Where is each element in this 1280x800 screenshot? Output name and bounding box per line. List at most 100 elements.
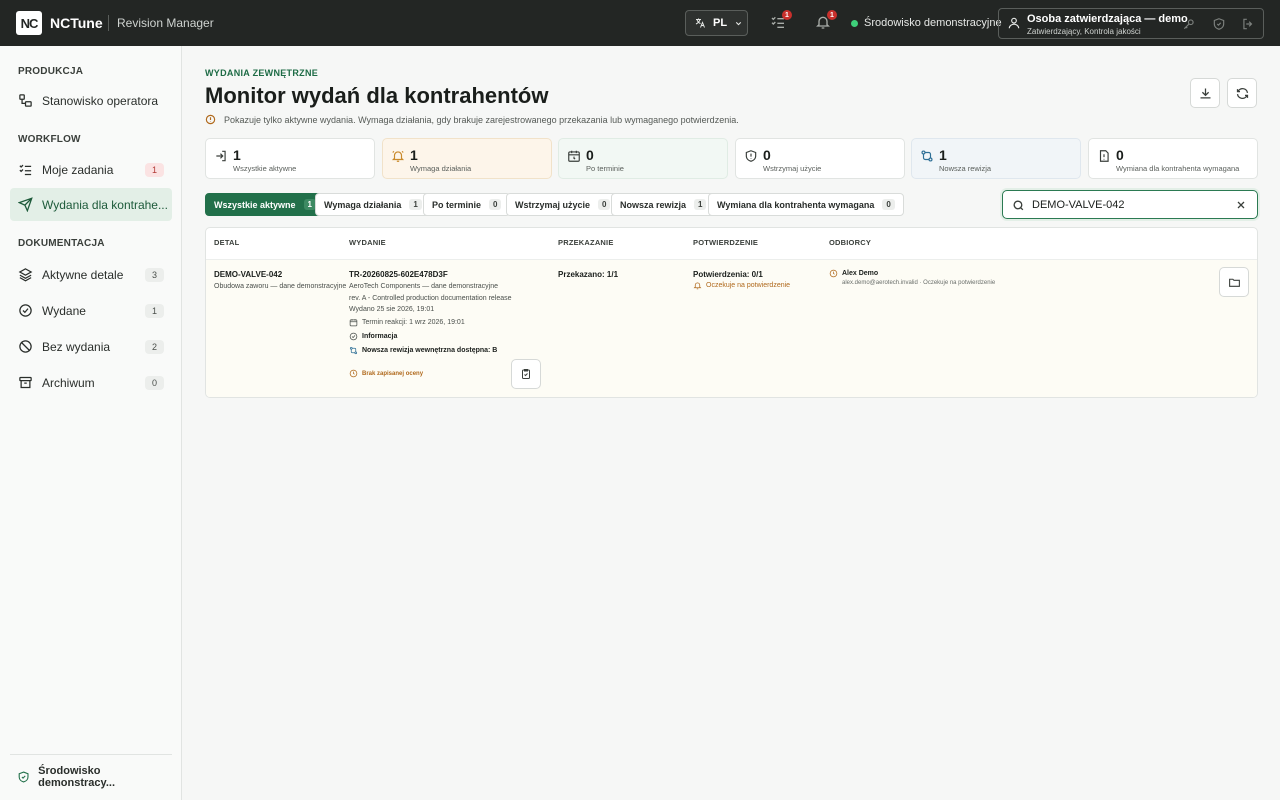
download-icon: [1200, 88, 1210, 98]
refresh-button[interactable]: [1227, 78, 1257, 108]
clear-icon[interactable]: [1235, 199, 1247, 211]
sidebar-item-label: Bez wydania: [42, 339, 111, 354]
part-number[interactable]: DEMO-VALVE-042: [214, 270, 282, 279]
filter-count: 1: [694, 199, 707, 210]
filter-action-required[interactable]: Wymaga działania 1: [315, 193, 431, 216]
recipient-email: alex.demo@aerotech.invalid: [842, 280, 918, 286]
sidebar-item-count: 1: [145, 303, 164, 318]
confirmation-status: Potwierdzenia: 0/1: [693, 270, 763, 279]
send-icon: [18, 197, 33, 212]
archive-icon: [19, 376, 32, 389]
filter-label: Wymiana dla kontrahenta wymagana: [717, 199, 875, 210]
stat-label: Wszystkie aktywne: [233, 164, 297, 173]
part-description: Obudowa zaworu — dane demonstracyjne: [214, 283, 347, 290]
stat-suspend-use[interactable]: 0 Wstrzymaj użycie: [735, 138, 905, 179]
releases-table: DETAL WYDANIE PRZEKAZANIE POTWIERDZENIE …: [205, 227, 1258, 398]
sidebar-item-label: Archiwum: [42, 375, 95, 390]
filter-suspend-use[interactable]: Wstrzymaj użycie 0: [506, 193, 620, 216]
sidebar-environment[interactable]: Środowisko demonstracy...: [10, 754, 172, 789]
key-icon[interactable]: [1182, 17, 1196, 31]
filter-count: 1: [409, 199, 422, 210]
stat-label: Wymiana dla kontrahenta wymagana: [1116, 164, 1240, 173]
recipient-name: Alex Demo: [829, 269, 878, 278]
release-info: Informacja: [349, 332, 397, 341]
tasks-button[interactable]: 1: [770, 10, 792, 32]
language-value: PL: [713, 17, 728, 29]
search-input[interactable]: [1032, 196, 1222, 214]
sidebar-item-operator-station[interactable]: Stanowisko operatora: [10, 84, 172, 117]
filter-contractor-exchange[interactable]: Wymiana dla kontrahenta wymagana 0: [708, 193, 904, 216]
stat-overdue[interactable]: 0 Po terminie: [558, 138, 728, 179]
download-button[interactable]: [1190, 78, 1220, 108]
search-box[interactable]: [1002, 190, 1258, 219]
shield-alert-icon: [745, 150, 757, 162]
sidebar-item-unreleased[interactable]: Bez wydania 2: [10, 330, 172, 363]
column-header-handover: PRZEKAZANIE: [558, 238, 614, 247]
user-menu[interactable]: Osoba zatwierdzająca — demo Zatwierdzają…: [998, 8, 1264, 39]
stat-newer-revision[interactable]: 1 Nowsza rewizja: [911, 138, 1081, 179]
stat-action-required[interactable]: 1 Wymaga działania: [382, 138, 552, 179]
check-circle-icon: [349, 332, 358, 341]
stat-label: Wstrzymaj użycie: [763, 164, 822, 173]
sidebar-item-active-parts[interactable]: Aktywne detale 3: [10, 258, 172, 291]
language-select[interactable]: PL: [685, 10, 748, 36]
filter-label: Nowsza rewizja: [620, 199, 687, 210]
page-title: Monitor wydań dla kontrahentów: [205, 83, 549, 108]
review-button[interactable]: [511, 359, 541, 389]
stat-value: 0: [586, 147, 594, 163]
stat-value: 1: [410, 147, 418, 163]
status-dot: [851, 19, 858, 27]
sidebar-item-released[interactable]: Wydane 1: [10, 294, 172, 327]
info-icon: [205, 114, 216, 125]
filter-overdue[interactable]: Po terminie 0: [423, 193, 511, 216]
stat-label: Po terminie: [586, 164, 624, 173]
sidebar-environment-label: Środowisko demonstracy...: [38, 765, 115, 789]
clock-icon: [349, 369, 358, 378]
sidebar-item-count: 2: [145, 339, 164, 354]
clock-icon: [829, 269, 838, 278]
nctune-logo[interactable]: NC: [16, 11, 42, 35]
open-folder-button[interactable]: [1219, 267, 1249, 297]
column-header-recipients: ODBIORCY: [829, 238, 872, 247]
notifications-badge: 1: [827, 10, 837, 20]
stat-contractor-exchange[interactable]: 0 Wymiana dla kontrahenta wymagana: [1088, 138, 1258, 179]
top-bar: NC NCTune Revision Manager PL 1 1 Środow…: [0, 0, 1280, 46]
sidebar-item-label: Aktywne detale: [42, 267, 124, 282]
notifications-button[interactable]: 1: [815, 10, 837, 32]
release-id[interactable]: TR-20260825-602E478D3F: [349, 270, 448, 279]
column-header-confirmation: POTWIERDZENIE: [693, 238, 759, 247]
logout-icon[interactable]: [1241, 17, 1255, 31]
refresh-icon: [1236, 87, 1248, 99]
confirmation-awaiting: Oczekuje na potwierdzenie: [693, 281, 790, 290]
filter-newer-revision[interactable]: Nowsza rewizja 1: [611, 193, 716, 216]
column-header-part: DETAL: [214, 238, 240, 247]
sidebar-item-my-tasks[interactable]: Moje zadania 1: [10, 153, 172, 186]
stat-label: Nowsza rewizja: [939, 164, 992, 173]
filter-all-active[interactable]: Wszystkie aktywne 1: [205, 193, 325, 216]
page-note-text: Pokazuje tylko aktywne wydania. Wymaga d…: [224, 114, 739, 125]
sidebar-item-label: Stanowisko operatora: [42, 93, 159, 108]
release-revision: rev. A - Controlled production documenta…: [349, 295, 512, 302]
search-icon: [1013, 200, 1024, 211]
column-header-release: WYDANIE: [349, 238, 386, 247]
recipient-details: alex.demo@aerotech.invalid · Oczekuje na…: [842, 280, 995, 286]
filter-count: 0: [882, 199, 895, 210]
git-compare-icon: [349, 346, 358, 355]
sidebar-item-archive[interactable]: Archiwum 0: [10, 366, 172, 399]
shield-icon[interactable]: [1212, 17, 1226, 31]
no-rating-text: Brak zapisanej oceny: [362, 370, 424, 377]
sidebar-heading-workflow: WORKFLOW: [18, 134, 81, 145]
user-roles: Zatwierdzający, Kontrola jakości: [1027, 27, 1141, 36]
filter-count: 0: [598, 199, 611, 210]
stat-label: Wymaga działania: [410, 164, 472, 173]
recipient-status: Oczekuje na potwierdzenie: [923, 280, 996, 286]
release-no-rating: Brak zapisanej oceny: [349, 369, 423, 378]
sidebar-heading-production: PRODUKCJA: [18, 66, 84, 77]
filter-count: 0: [489, 199, 502, 210]
table-row[interactable]: DEMO-VALVE-042 Obudowa zaworu — dane dem…: [206, 259, 1257, 397]
sidebar-item-count: 0: [145, 375, 164, 390]
sidebar-item-contractor-releases[interactable]: Wydania dla kontrahe...: [10, 188, 172, 221]
bell-alert-icon: [391, 150, 405, 162]
stat-all-active[interactable]: 1 Wszystkie aktywne: [205, 138, 375, 179]
calendar-icon: [349, 319, 358, 327]
